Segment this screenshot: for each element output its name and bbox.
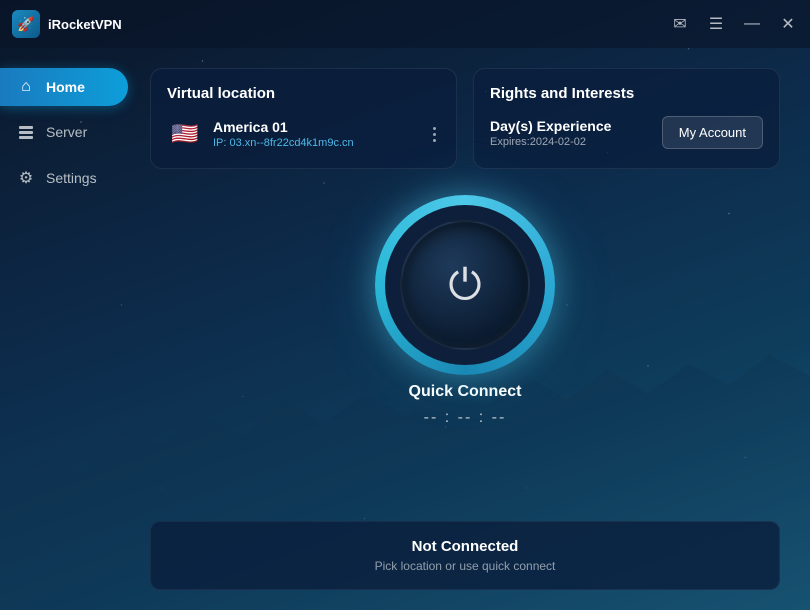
sidebar-item-home-label: Home <box>46 79 85 95</box>
location-info: America 01 IP: 03.xn--8fr22cd4k1m9c.cn <box>213 119 419 149</box>
location-name: America 01 <box>213 119 419 135</box>
titlebar-controls: ✉ ☰ — ✕ <box>670 14 798 34</box>
flag-icon: 🇺🇸 <box>167 116 203 152</box>
power-icon: ⏻ <box>448 264 481 306</box>
more-dot-1 <box>433 127 436 130</box>
quick-connect-label: Quick Connect <box>409 383 522 401</box>
my-account-button[interactable]: My Account <box>662 116 763 149</box>
more-dot-3 <box>433 139 436 142</box>
virtual-location-card: Virtual location 🇺🇸 America 01 IP: 03.xn… <box>150 68 457 169</box>
status-subtitle: Pick location or use quick connect <box>171 559 759 573</box>
location-ip: IP: 03.xn--8fr22cd4k1m9c.cn <box>213 137 419 149</box>
sidebar-item-settings[interactable]: ⚙ Settings <box>0 158 128 198</box>
rights-content: Day(s) Experience Expires:2024-02-02 My … <box>490 116 763 149</box>
power-button[interactable]: ⏻ <box>400 220 530 350</box>
more-dot-2 <box>433 133 436 136</box>
titlebar: 🚀 iRocketVPN ✉ ☰ — ✕ <box>0 0 810 48</box>
more-options-button[interactable] <box>429 123 440 146</box>
sidebar-item-server[interactable]: Server <box>0 114 128 150</box>
close-icon[interactable]: ✕ <box>778 14 798 34</box>
app-logo: 🚀 <box>12 10 40 38</box>
power-section: ⏻ Quick Connect -- : -- : -- <box>150 185 780 437</box>
app-title: iRocketVPN <box>48 17 122 32</box>
rights-card: Rights and Interests Day(s) Experience E… <box>473 68 780 169</box>
logo-icon: 🚀 <box>17 16 34 33</box>
sidebar: ⌂ Home Server ⚙ Settings <box>0 48 140 610</box>
menu-icon[interactable]: ☰ <box>706 14 726 34</box>
sidebar-item-home[interactable]: ⌂ Home <box>0 68 128 106</box>
virtual-location-title: Virtual location <box>167 85 440 102</box>
rights-info: Day(s) Experience Expires:2024-02-02 <box>490 118 611 148</box>
sidebar-item-server-label: Server <box>46 124 87 140</box>
server-icon <box>16 124 36 140</box>
home-icon: ⌂ <box>16 78 36 96</box>
settings-icon: ⚙ <box>16 168 36 188</box>
power-middle-ring: ⏻ <box>385 205 545 365</box>
sidebar-item-settings-label: Settings <box>46 170 97 186</box>
status-bar: Not Connected Pick location or use quick… <box>150 521 780 590</box>
mail-icon[interactable]: ✉ <box>670 14 690 34</box>
content-area: Virtual location 🇺🇸 America 01 IP: 03.xn… <box>140 48 810 610</box>
minimize-icon[interactable]: — <box>742 14 762 34</box>
main-layout: ⌂ Home Server ⚙ Settings Virtual locatio… <box>0 48 810 610</box>
days-experience-label: Day(s) Experience <box>490 118 611 134</box>
location-row: 🇺🇸 America 01 IP: 03.xn--8fr22cd4k1m9c.c… <box>167 116 440 152</box>
expires-label: Expires:2024-02-02 <box>490 136 611 148</box>
connection-status: Not Connected <box>171 538 759 555</box>
power-outer-ring: ⏻ <box>375 195 555 375</box>
rights-title: Rights and Interests <box>490 85 763 102</box>
titlebar-left: 🚀 iRocketVPN <box>12 10 122 38</box>
timer-display: -- : -- : -- <box>424 409 507 427</box>
top-row: Virtual location 🇺🇸 America 01 IP: 03.xn… <box>150 68 780 169</box>
